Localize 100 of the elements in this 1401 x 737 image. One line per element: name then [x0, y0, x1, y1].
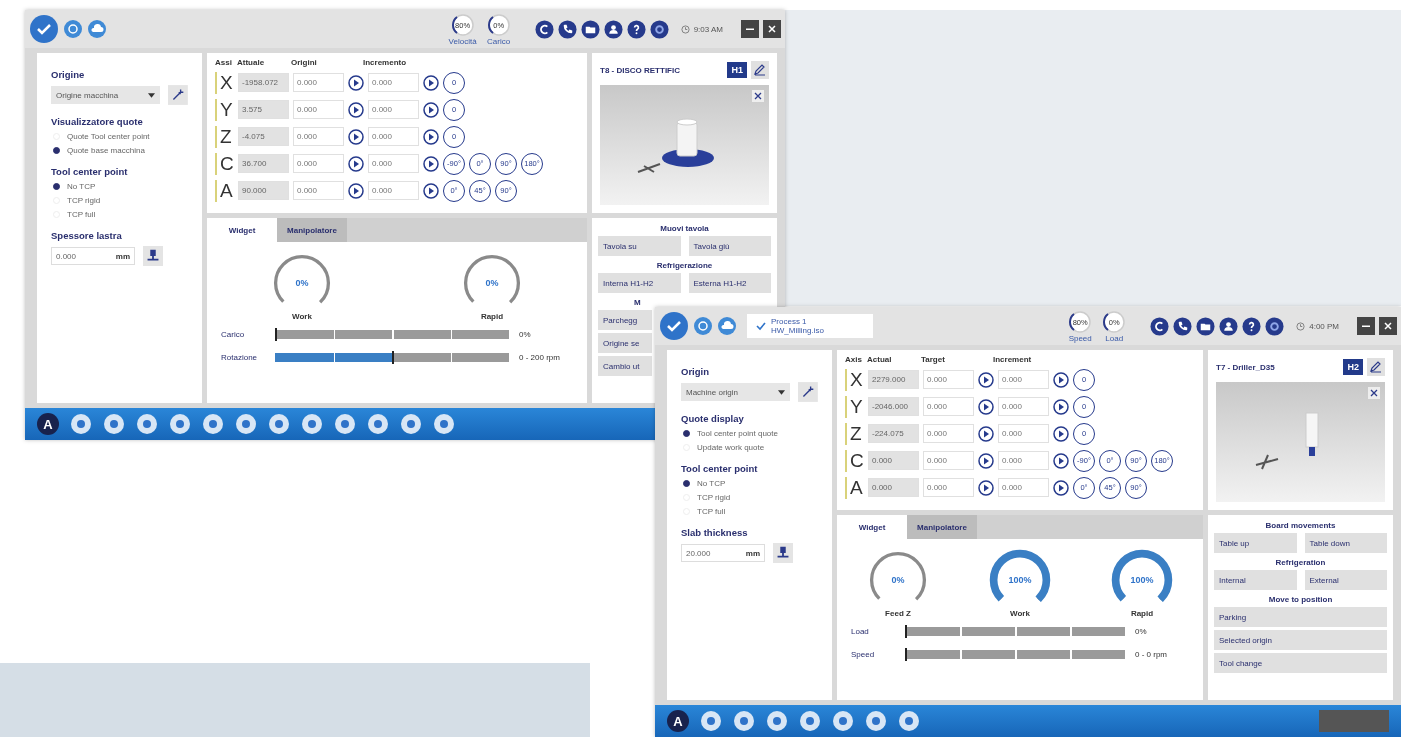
- cloud-icon[interactable]: [717, 316, 737, 336]
- tab[interactable]: Manipolatore: [277, 218, 347, 242]
- app-icon[interactable]: [865, 710, 887, 732]
- play-icon[interactable]: [978, 371, 994, 388]
- phone-icon[interactable]: [557, 19, 577, 39]
- radio-option[interactable]: Update work quote: [681, 443, 818, 452]
- origin-dropdown[interactable]: Machine origin: [681, 383, 791, 401]
- app-icon[interactable]: [235, 413, 257, 435]
- app-icon[interactable]: [367, 413, 389, 435]
- user-icon[interactable]: [603, 19, 623, 39]
- app-icon[interactable]: [334, 413, 356, 435]
- target-field[interactable]: 0.000: [923, 370, 974, 389]
- radio-option[interactable]: No TCP: [51, 182, 188, 191]
- close-icon[interactable]: [752, 90, 764, 102]
- radio-dot[interactable]: [683, 430, 690, 437]
- app-icon[interactable]: [70, 413, 92, 435]
- notification-card[interactable]: Process 1 HW_Milling.iso: [747, 314, 873, 338]
- probe-icon[interactable]: [143, 246, 163, 266]
- increment-field[interactable]: 0.000: [998, 451, 1049, 470]
- play-icon[interactable]: [423, 155, 439, 172]
- action-button[interactable]: Esterna H1-H2: [688, 273, 771, 293]
- play-icon[interactable]: [978, 398, 994, 415]
- action-button[interactable]: Selected origin: [1214, 630, 1387, 650]
- radio-option[interactable]: Quote Tool center point: [51, 132, 188, 141]
- play-icon[interactable]: [348, 182, 364, 199]
- app-icon[interactable]: [433, 413, 455, 435]
- radio-option[interactable]: TCP rigid: [681, 493, 818, 502]
- close-icon[interactable]: [1368, 387, 1380, 399]
- action-button[interactable]: Cambio ut: [598, 356, 652, 376]
- thickness-field[interactable]: 0.000 mm: [51, 247, 135, 265]
- help-icon[interactable]: [626, 19, 646, 39]
- probe-icon[interactable]: [773, 543, 793, 563]
- app-icon[interactable]: [169, 413, 191, 435]
- play-icon[interactable]: [348, 128, 364, 145]
- radio-option[interactable]: Tool center point quote: [681, 429, 818, 438]
- app-icon[interactable]: [700, 710, 722, 732]
- play-icon[interactable]: [1053, 398, 1069, 415]
- play-icon[interactable]: [1053, 452, 1069, 469]
- user-icon[interactable]: [1219, 316, 1239, 336]
- radio-option[interactable]: No TCP: [681, 479, 818, 488]
- tab[interactable]: Widget: [837, 515, 907, 539]
- app-icon[interactable]: [400, 413, 422, 435]
- target-field[interactable]: 0.000: [293, 100, 344, 119]
- increment-field[interactable]: 0.000: [368, 181, 419, 200]
- action-button[interactable]: Tool change: [1214, 653, 1387, 673]
- cycle-icon[interactable]: [1150, 316, 1170, 336]
- target-field[interactable]: 0.000: [923, 478, 974, 497]
- action-button[interactable]: Internal: [1214, 570, 1297, 590]
- edit-icon[interactable]: [751, 61, 769, 79]
- play-icon[interactable]: [348, 101, 364, 118]
- target-field[interactable]: 0.000: [923, 397, 974, 416]
- play-icon[interactable]: [423, 74, 439, 91]
- radio-dot[interactable]: [683, 480, 690, 487]
- play-icon[interactable]: [423, 182, 439, 199]
- wand-icon[interactable]: [798, 382, 818, 402]
- action-button[interactable]: Parking: [1214, 607, 1387, 627]
- target-field[interactable]: 0.000: [923, 451, 974, 470]
- app-logo[interactable]: A: [37, 413, 59, 435]
- origin-dropdown[interactable]: Origine macchina: [51, 86, 161, 104]
- app-icon[interactable]: [766, 710, 788, 732]
- tab[interactable]: Widget: [207, 218, 277, 242]
- play-icon[interactable]: [978, 452, 994, 469]
- play-icon[interactable]: [978, 425, 994, 442]
- increment-field[interactable]: 0.000: [368, 73, 419, 92]
- action-button[interactable]: External: [1304, 570, 1387, 590]
- increment-field[interactable]: 0.000: [998, 478, 1049, 497]
- increment-field[interactable]: 0.000: [368, 127, 419, 146]
- phone-icon[interactable]: [1173, 316, 1193, 336]
- folder-icon[interactable]: [1196, 316, 1216, 336]
- folder-icon[interactable]: [580, 19, 600, 39]
- play-icon[interactable]: [423, 128, 439, 145]
- app-icon[interactable]: [103, 413, 125, 435]
- radio-dot[interactable]: [53, 147, 60, 154]
- minimize-icon[interactable]: [741, 20, 759, 38]
- app-icon[interactable]: [136, 413, 158, 435]
- action-button[interactable]: Parchegg: [598, 310, 652, 330]
- help-icon[interactable]: [1242, 316, 1262, 336]
- check-icon[interactable]: [29, 14, 59, 44]
- play-icon[interactable]: [348, 155, 364, 172]
- action-button[interactable]: Table up: [1214, 533, 1297, 553]
- thickness-field[interactable]: 20.000 mm: [681, 544, 765, 562]
- radio-option[interactable]: TCP rigid: [51, 196, 188, 205]
- target-field[interactable]: 0.000: [923, 424, 974, 443]
- radio-dot[interactable]: [53, 183, 60, 190]
- play-icon[interactable]: [423, 101, 439, 118]
- app-icon[interactable]: [301, 413, 323, 435]
- app-icon[interactable]: [268, 413, 290, 435]
- radio-option[interactable]: TCP full: [681, 507, 818, 516]
- radio-option[interactable]: TCP full: [51, 210, 188, 219]
- close-icon[interactable]: [1379, 317, 1397, 335]
- increment-field[interactable]: 0.000: [998, 370, 1049, 389]
- target-field[interactable]: 0.000: [293, 181, 344, 200]
- minimize-icon[interactable]: [1357, 317, 1375, 335]
- play-icon[interactable]: [978, 479, 994, 496]
- app-logo[interactable]: A: [667, 710, 689, 732]
- app-icon[interactable]: [202, 413, 224, 435]
- app-icon[interactable]: [799, 710, 821, 732]
- increment-field[interactable]: 0.000: [998, 397, 1049, 416]
- action-button[interactable]: Table down: [1304, 533, 1387, 553]
- app-icon[interactable]: [898, 710, 920, 732]
